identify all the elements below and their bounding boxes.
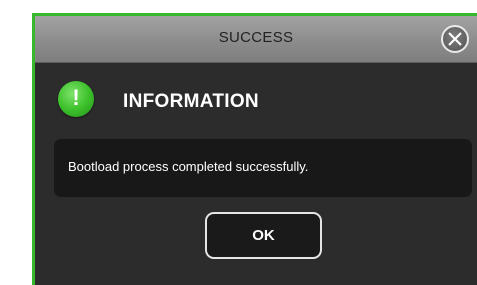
exclamation-glyph: ! <box>72 85 80 110</box>
success-dialog: SUCCESS ! INFORMATION Bootload process c… <box>32 13 477 285</box>
exclamation-icon: ! <box>58 81 94 117</box>
dialog-titlebar: SUCCESS <box>35 16 477 63</box>
message-panel: Bootload process completed successfully. <box>54 139 472 197</box>
close-button[interactable] <box>441 25 469 53</box>
dialog-message: Bootload process completed successfully. <box>68 159 309 174</box>
dialog-heading: INFORMATION <box>123 91 259 112</box>
ok-button[interactable]: OK <box>205 212 322 259</box>
dialog-title: SUCCESS <box>218 29 294 46</box>
close-icon <box>448 32 462 46</box>
screen: SUCCESS ! INFORMATION Bootload process c… <box>0 0 477 285</box>
